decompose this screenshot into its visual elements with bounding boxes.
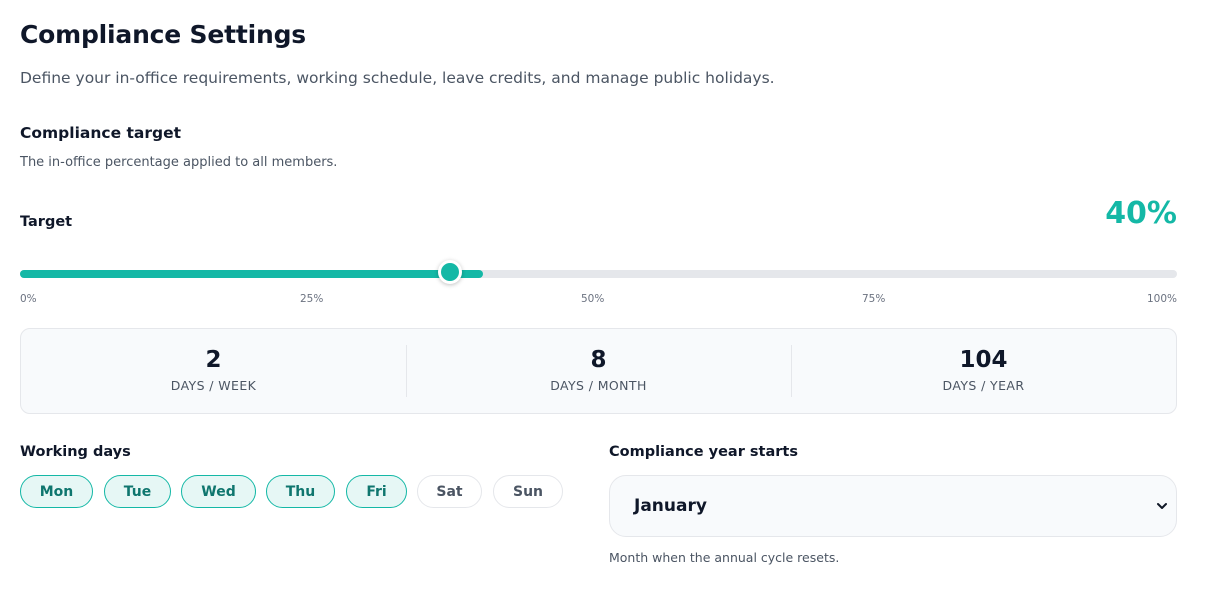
stat-days-per-year: 104 DAYS / YEAR: [791, 329, 1176, 413]
day-toggle-fri[interactable]: Fri: [346, 475, 407, 508]
target-slider-fill: [20, 270, 483, 278]
day-toggle-sun[interactable]: Sun: [493, 475, 563, 508]
day-toggle-mon[interactable]: Mon: [20, 475, 93, 508]
day-toggle-tue[interactable]: Tue: [104, 475, 171, 508]
compliance-target-title: Compliance target: [20, 124, 182, 142]
slider-tick-75: 75%: [862, 293, 886, 305]
stat-label: DAYS / YEAR: [942, 378, 1025, 393]
stat-label: DAYS / WEEK: [170, 378, 257, 393]
slider-tick-100: 100%: [1146, 293, 1177, 305]
target-slider[interactable]: [20, 260, 1177, 284]
target-label: Target: [20, 214, 73, 230]
compliance-stats-panel: 2 DAYS / WEEK 8 DAYS / MONTH 104 DAYS / …: [20, 328, 1177, 414]
selected-month: January: [634, 496, 707, 516]
stat-value: 104: [959, 347, 1008, 373]
page-subtitle: Define your in-office requirements, work…: [20, 69, 775, 87]
day-toggle-thu[interactable]: Thu: [266, 475, 335, 508]
stat-label: DAYS / MONTH: [550, 378, 647, 393]
stat-days-per-month: 8 DAYS / MONTH: [406, 329, 791, 413]
day-toggle-wed[interactable]: Wed: [181, 475, 256, 508]
compliance-year-label: Compliance year starts: [609, 444, 798, 460]
target-slider-thumb[interactable]: [438, 260, 462, 284]
stat-value: 2: [205, 347, 222, 373]
stat-value: 8: [590, 347, 607, 373]
slider-tick-0: 0%: [20, 293, 37, 305]
target-value: 40%: [1105, 196, 1177, 231]
chevron-down-icon: [1157, 503, 1167, 509]
day-toggle-sat[interactable]: Sat: [417, 475, 482, 508]
compliance-target-description: The in-office percentage applied to all …: [20, 155, 338, 170]
slider-tick-25: 25%: [300, 293, 324, 305]
working-days-label: Working days: [20, 444, 131, 460]
page-title: Compliance Settings: [20, 20, 306, 49]
stat-days-per-week: 2 DAYS / WEEK: [21, 329, 406, 413]
compliance-year-month-select[interactable]: January: [609, 475, 1177, 537]
compliance-year-help: Month when the annual cycle resets.: [609, 550, 840, 565]
slider-tick-50: 50%: [581, 293, 605, 305]
